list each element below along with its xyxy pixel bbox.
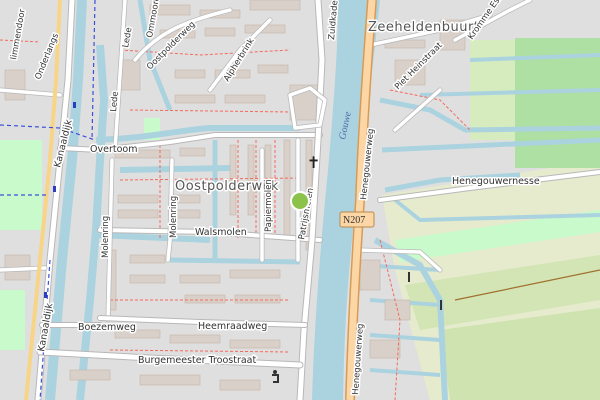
label-walsmolen: Walsmolen	[195, 227, 247, 238]
n207-shield[interactable]: N207	[339, 211, 375, 228]
n207-shield-label: N207	[343, 215, 365, 226]
label-molenring-2: Molenring	[169, 196, 179, 238]
transit-marker-3[interactable]	[44, 292, 47, 298]
label-zeeheldenbuurt: Zeeheldenbuurt	[368, 20, 479, 35]
transit-marker-2[interactable]	[53, 186, 56, 192]
transit-marker[interactable]	[73, 102, 76, 108]
meadow-ne	[470, 40, 515, 140]
label-henegouwernesse: Henegouwernesse	[452, 176, 540, 187]
label-papiermolen: Papiermolen	[264, 179, 274, 232]
label-boezemweg: Boezemweg	[78, 322, 136, 333]
map-viewport[interactable]: Oostpolderwijk Zeeheldenbuurt Gouwe Kana…	[0, 0, 600, 400]
map-canvas[interactable]: Oostpolderwijk Zeeheldenbuurt Gouwe Kana…	[0, 0, 600, 400]
location-pin-icon[interactable]	[290, 191, 310, 211]
label-overtoom: Overtoom	[90, 144, 137, 155]
label-heemraadweg: Heemraadweg	[198, 321, 267, 332]
bridge-marker-2	[440, 300, 442, 310]
grass-west	[0, 140, 42, 230]
grass-west-2	[0, 290, 25, 350]
bridge-marker	[408, 272, 410, 282]
label-molenring: Molenring	[101, 216, 111, 258]
label-lede-2: Lede	[109, 91, 121, 112]
label-burgemeester-troostraat: Burgemeester Troostraat	[138, 355, 256, 366]
church-icon[interactable]: ✝	[307, 153, 320, 172]
